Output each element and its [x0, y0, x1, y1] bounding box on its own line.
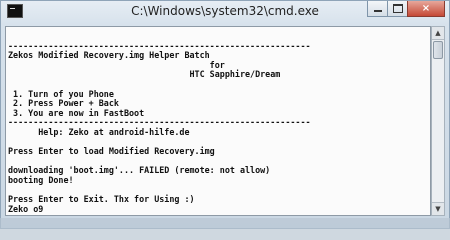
- taskbar-edge: [0, 218, 450, 229]
- close-button[interactable]: ×: [407, 1, 445, 17]
- console-line: Zeko o9: [8, 203, 44, 214]
- scroll-thumb[interactable]: [433, 41, 443, 59]
- vertical-scrollbar[interactable]: ▲ ▼: [431, 26, 445, 216]
- cmd-window: C:\Windows\system32\cmd.exe × ----------…: [0, 0, 450, 229]
- window-controls: ×: [367, 1, 445, 19]
- scroll-up-icon[interactable]: ▲: [432, 27, 444, 40]
- console-line: Help: Zeko at android-hilfe.de: [8, 126, 190, 137]
- maximize-button[interactable]: [387, 1, 408, 17]
- scroll-down-icon[interactable]: ▼: [432, 202, 444, 215]
- console-output[interactable]: ----------------------------------------…: [5, 26, 431, 216]
- console-text: ----------------------------------------…: [6, 27, 430, 214]
- console-line: HTC Sapphire/Dream: [8, 69, 281, 80]
- minimize-icon: [373, 10, 382, 12]
- minimize-button[interactable]: [367, 1, 388, 17]
- console-line: Press Enter to Exit. Thx for Using :): [8, 194, 195, 205]
- title-bar[interactable]: C:\Windows\system32\cmd.exe ×: [1, 1, 449, 23]
- close-icon: ×: [421, 3, 431, 14]
- console-line: booting Done!: [8, 174, 74, 185]
- console-line: Press Enter to load Modified Recovery.im…: [8, 146, 215, 157]
- maximize-icon: [392, 4, 403, 13]
